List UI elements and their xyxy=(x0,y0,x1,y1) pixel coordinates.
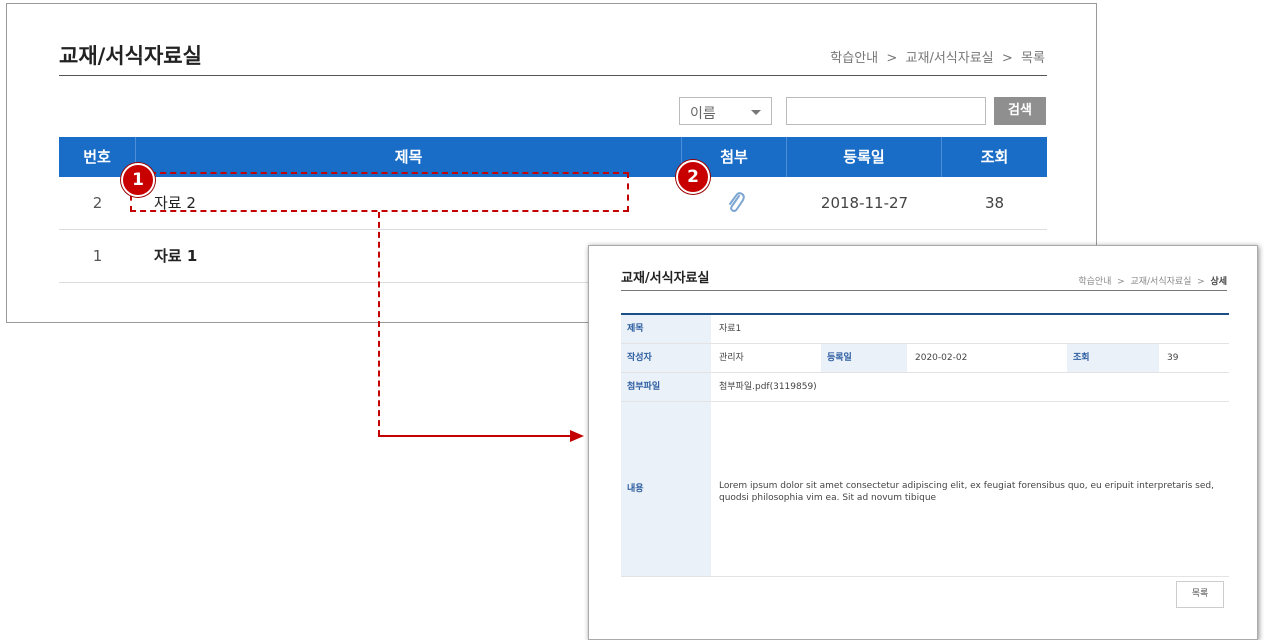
detail-table: 제목 자료1 작성자 관리자 등록일 2020-02-02 조회 39 첨부파일… xyxy=(621,313,1229,577)
search-button[interactable]: 검색 xyxy=(994,97,1046,125)
content-row: 내용 Lorem ipsum dolor sit amet consectetu… xyxy=(621,402,1229,577)
breadcrumb-path: 학습안내 > 교재/서식자료실 > xyxy=(1078,277,1211,287)
author-value: 관리자 xyxy=(719,353,744,363)
content-label: 내용 xyxy=(621,402,711,576)
connector-dashed-line xyxy=(378,212,380,436)
callout-badge-2: 2 xyxy=(676,160,710,194)
breadcrumb: 학습안내 > 교재/서식자료실 > 목록 xyxy=(830,51,1045,66)
row-number: 1 xyxy=(92,247,103,265)
arrow-right-icon xyxy=(570,430,584,442)
row-date: 2018-11-27 xyxy=(820,194,909,212)
column-header-views: 조회 xyxy=(980,148,1009,166)
callout-badge-1: 1 xyxy=(121,163,155,197)
file-label: 첨부파일 xyxy=(621,373,711,401)
detail-breadcrumb: 학습안내 > 교재/서식자료실 > 상세 xyxy=(1078,274,1227,287)
chevron-down-icon xyxy=(751,110,761,115)
date-value: 2020-02-02 xyxy=(915,353,968,363)
meta-row: 작성자 관리자 등록일 2020-02-02 조회 39 xyxy=(621,344,1229,373)
title-divider xyxy=(621,290,1227,291)
subject-row: 제목 자료1 xyxy=(621,315,1229,344)
search-field-value: 이름 xyxy=(690,106,716,122)
title-divider xyxy=(59,75,1047,76)
subject-value: 자료1 xyxy=(719,324,742,334)
table-header: 번호 제목 첨부 등록일 조회 xyxy=(59,137,1047,177)
file-row: 첨부파일 첨부파일.pdf(3119859) xyxy=(621,373,1229,402)
search-field-select[interactable]: 이름 xyxy=(679,97,772,125)
views-value: 39 xyxy=(1167,353,1179,363)
list-button[interactable]: 목록 xyxy=(1176,581,1224,608)
subject-label: 제목 xyxy=(621,315,711,343)
content-body: Lorem ipsum dolor sit amet consectetur a… xyxy=(719,481,1214,503)
page-title: 교재/서식자료실 xyxy=(59,44,202,68)
detail-page-title: 교재/서식자료실 xyxy=(621,271,710,286)
breadcrumb-current: 상세 xyxy=(1210,277,1227,287)
detail-page-window: 교재/서식자료실 학습안내 > 교재/서식자료실 > 상세 제목 자료1 작성자… xyxy=(588,245,1258,640)
author-label: 작성자 xyxy=(621,344,711,372)
search-input[interactable] xyxy=(786,97,986,125)
row-views: 38 xyxy=(984,194,1005,212)
date-label: 등록일 xyxy=(821,344,907,372)
file-download-link[interactable]: 첨부파일.pdf(3119859) xyxy=(711,373,817,401)
paperclip-icon[interactable] xyxy=(727,191,745,215)
connector-line xyxy=(378,435,570,437)
column-header-title: 제목 xyxy=(136,137,682,177)
views-label: 조회 xyxy=(1067,344,1159,372)
column-header-date: 등록일 xyxy=(787,137,942,177)
title-highlight-box xyxy=(130,172,629,212)
